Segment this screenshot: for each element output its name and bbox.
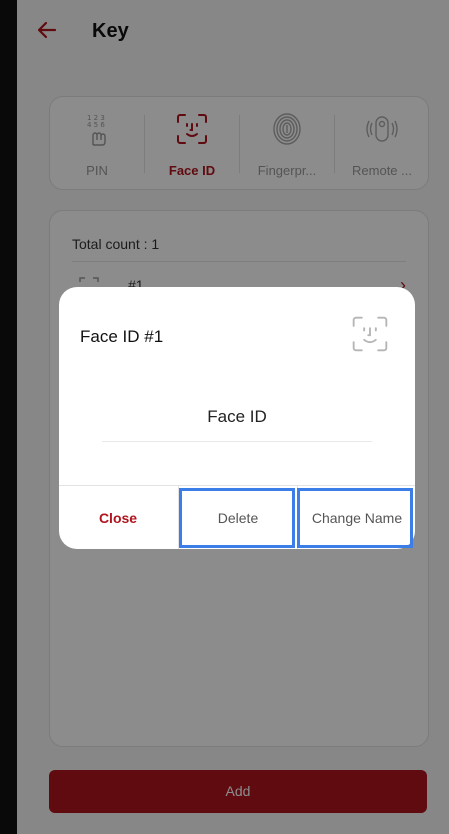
face-id-name: Face ID (207, 407, 267, 426)
name-underline (102, 441, 372, 442)
app-screen: Key 1 2 3 4 5 6 PIN Face ID Fingerpr... … (0, 0, 449, 834)
delete-button[interactable]: Delete (178, 486, 297, 549)
face-id-icon (349, 313, 391, 355)
dialog-title: Face ID #1 (80, 327, 164, 346)
face-id-dialog: Face ID #1 Face ID Close Delete Change N… (59, 287, 415, 549)
dialog-footer: Close Delete Change Name (59, 485, 415, 549)
close-button[interactable]: Close (59, 486, 177, 549)
change-name-button[interactable]: Change Name (297, 486, 415, 549)
